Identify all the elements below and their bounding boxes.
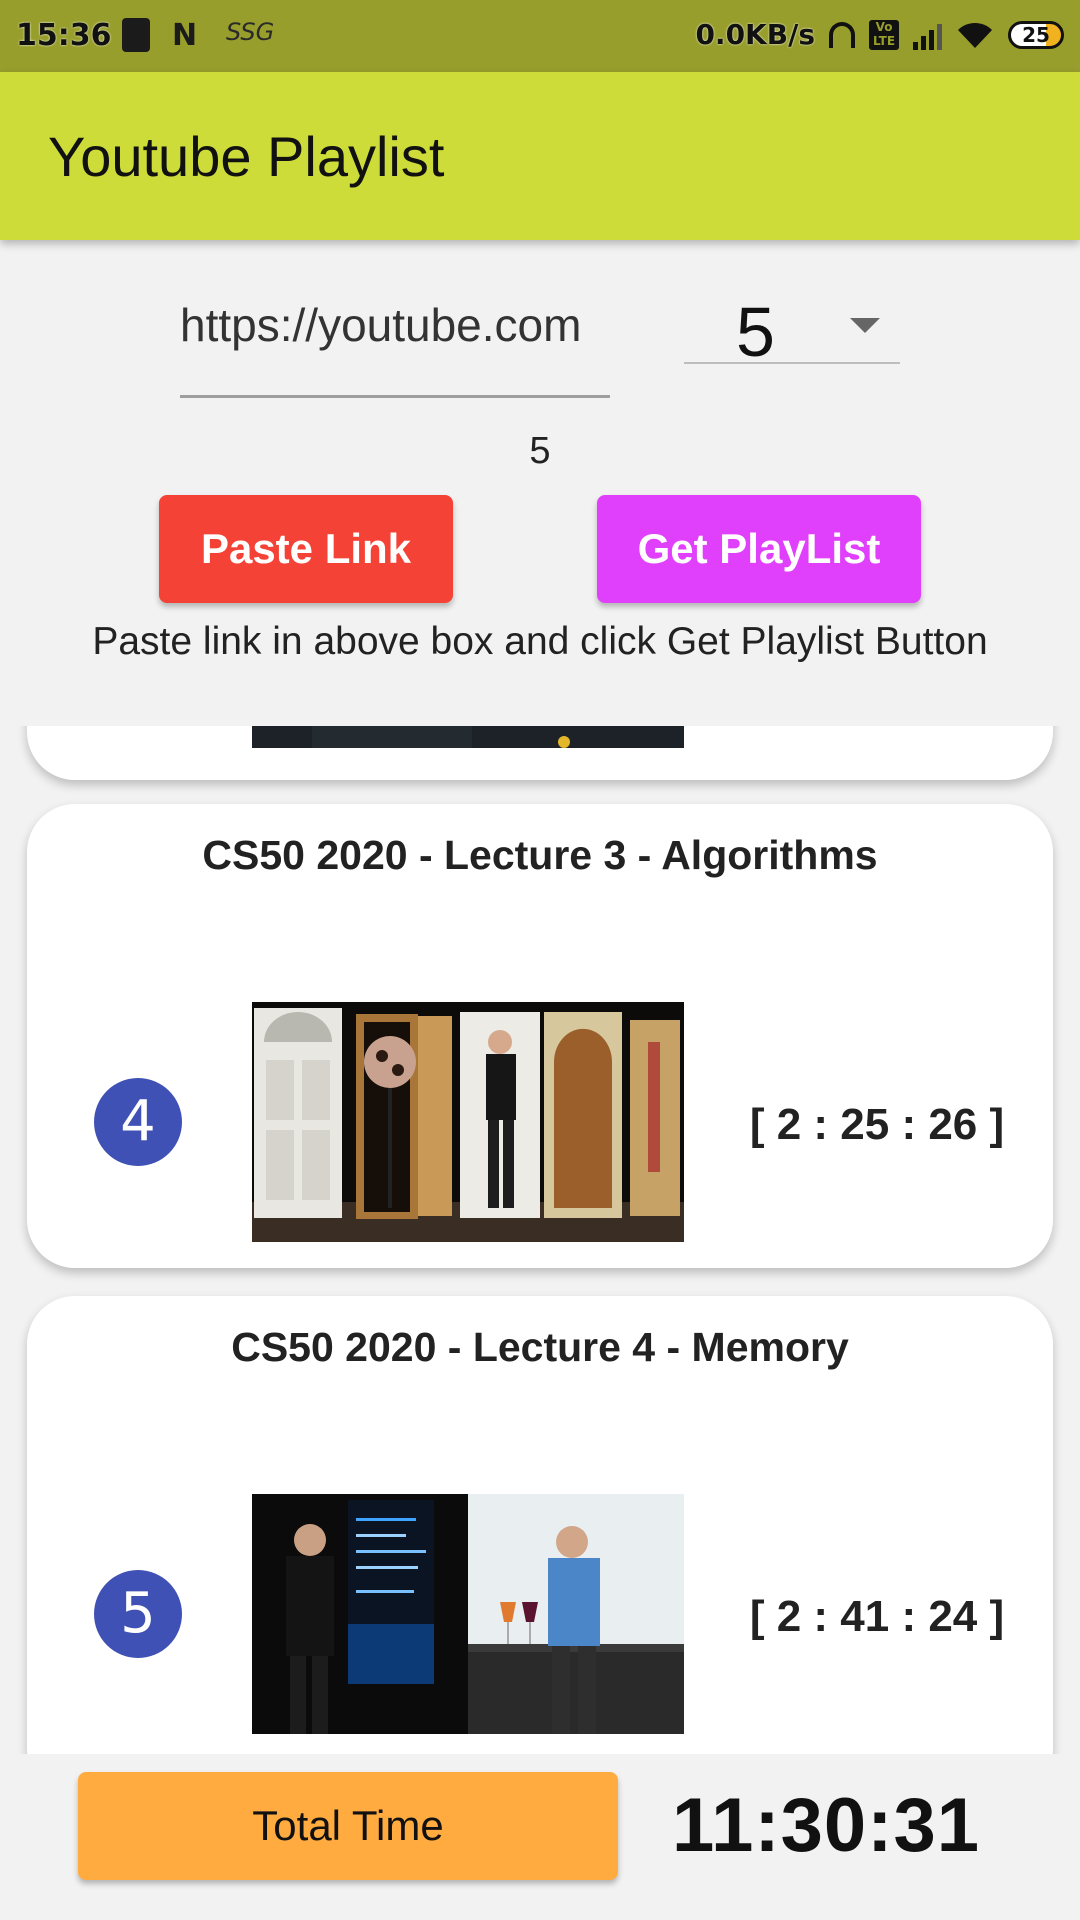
app-bar: Youtube Playlist [0,72,1080,240]
video-thumbnail[interactable] [252,1002,684,1242]
headphones-icon [829,21,855,48]
footer-bar: Total Time 11:30:31 [0,1754,1080,1920]
selected-count-text: 5 [529,430,551,472]
playlist[interactable]: CS50 2020 - Lecture 3 - Algorithms 4 [2… [0,726,1080,1754]
app-title: Youtube Playlist [48,125,445,188]
url-input[interactable] [180,290,610,398]
status-time: 15:36 [16,18,112,53]
list-item[interactable]: CS50 2020 - Lecture 3 - Algorithms 4 [2… [27,804,1053,1268]
list-item[interactable] [27,726,1053,780]
n-icon: N [172,18,198,53]
total-time-value: 11:30:31 [672,1783,981,1868]
video-title: CS50 2020 - Lecture 4 - Memory [231,1324,849,1370]
video-thumbnail[interactable] [252,1494,684,1734]
get-playlist-button[interactable]: Get PlayList [597,495,921,603]
dropdown-value: 5 [736,293,775,371]
status-bar: 15:36 N SSG 0.0KB/s Vo LTE 25 [0,0,1080,72]
ssg-icon: SSG [226,18,275,46]
total-time-button[interactable]: Total Time [78,1772,618,1880]
list-item[interactable]: CS50 2020 - Lecture 4 - Memory 5 [2: 4… [27,1296,1053,1754]
network-speed: 0.0KB/s [695,18,815,51]
battery-level: 25 [1022,22,1050,47]
paste-link-button[interactable]: Paste Link [159,495,453,603]
video-duration: [ 2 : 41 : 24 ] [749,1592,1005,1641]
video-index-badge: 4 [94,1078,182,1166]
video-title: CS50 2020 - Lecture 3 - Algorithms [202,832,878,878]
dropdown-arrow-icon [850,318,880,333]
battery-icon: 25 [1008,20,1064,49]
video-thumbnail [252,726,684,748]
wifi-icon [958,22,992,48]
hint-text: Paste link in above box and click Get Pl… [92,620,988,663]
signal-icon [913,20,942,50]
video-index-badge: 5 [94,1570,182,1658]
volte-icon: Vo LTE [869,19,899,50]
count-dropdown[interactable]: 5 [684,288,900,371]
video-duration: [ 2 : 25 : 26 ] [749,1100,1005,1149]
puzzle-icon [122,18,150,52]
